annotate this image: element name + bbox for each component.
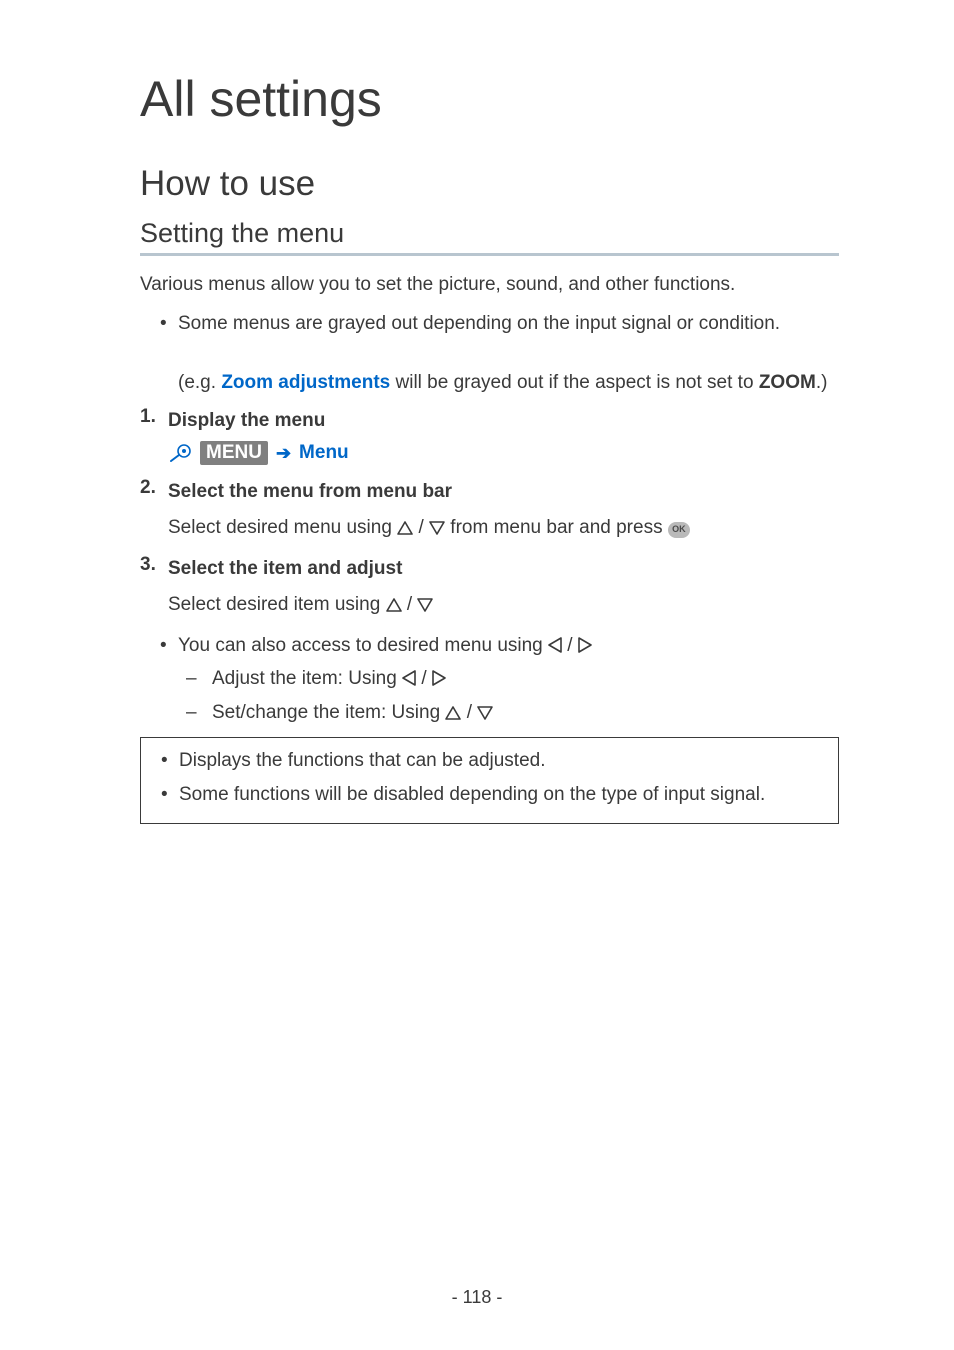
step-2-body: Select desired menu using / from menu ba… bbox=[168, 513, 839, 542]
step-3-title: Select the item and adjust bbox=[168, 554, 839, 583]
sub-bullet-pre: You can also access to desired menu usin… bbox=[178, 635, 548, 656]
left-triangle-icon bbox=[402, 670, 416, 686]
ok-button-icon: OK bbox=[668, 522, 690, 538]
note-lead: Some menus are grayed out depending on t… bbox=[178, 313, 780, 334]
bullet-dot: • bbox=[161, 746, 179, 775]
step-3-pre: Select desired item using bbox=[168, 594, 386, 615]
slash-4: / bbox=[416, 668, 432, 689]
subsection-heading: Setting the menu bbox=[140, 218, 839, 256]
dash-2-pre: Set/change the item: Using bbox=[212, 702, 445, 723]
dash: – bbox=[186, 664, 212, 693]
dash-1-content: Adjust the item: Using / bbox=[212, 664, 446, 693]
page-title: All settings bbox=[140, 70, 839, 128]
left-triangle-icon bbox=[548, 637, 562, 653]
bullet-dot: • bbox=[161, 780, 179, 809]
info-bullet-1: • Displays the functions that can be adj… bbox=[161, 746, 828, 775]
menu-chip: MENU bbox=[200, 441, 268, 465]
note-content: Some menus are grayed out depending on t… bbox=[178, 309, 839, 397]
slash-2: / bbox=[402, 594, 418, 615]
slash-3: / bbox=[562, 635, 578, 656]
slash-5: / bbox=[461, 702, 477, 723]
menu-breadcrumb: MENU ➔ Menu bbox=[168, 441, 839, 465]
step-2-pre: Select desired menu using bbox=[168, 517, 397, 538]
right-triangle-icon bbox=[432, 670, 446, 686]
info-bullet-2: • Some functions will be disabled depend… bbox=[161, 780, 828, 809]
note-paren-mid: will be grayed out if the aspect is not … bbox=[390, 372, 759, 393]
page-number: - 118 - bbox=[0, 1287, 954, 1308]
up-triangle-icon bbox=[445, 706, 461, 720]
step-1: Display the menu MENU ➔ Menu bbox=[140, 406, 839, 465]
info-1-text: Displays the functions that can be adjus… bbox=[179, 746, 828, 775]
down-triangle-icon bbox=[477, 706, 493, 720]
info-2-text: Some functions will be disabled dependin… bbox=[179, 780, 828, 809]
intro-text: Various menus allow you to set the pictu… bbox=[140, 270, 839, 299]
arrow-icon: ➔ bbox=[276, 443, 291, 464]
sub-bullet: • You can also access to desired menu us… bbox=[160, 631, 839, 660]
dash-row-1: – Adjust the item: Using / bbox=[186, 664, 839, 693]
up-triangle-icon bbox=[397, 521, 413, 535]
dash-row-2: – Set/change the item: Using / bbox=[186, 698, 839, 727]
note-paren-pre: (e.g. bbox=[178, 372, 221, 393]
section-heading: How to use bbox=[140, 164, 839, 204]
step-1-title: Display the menu bbox=[168, 406, 839, 435]
dash: – bbox=[186, 698, 212, 727]
sub-bullet-content: You can also access to desired menu usin… bbox=[178, 631, 839, 660]
zoom-label: ZOOM bbox=[759, 372, 816, 393]
dash-1-pre: Adjust the item: Using bbox=[212, 668, 402, 689]
step-3-body: Select desired item using / bbox=[168, 590, 839, 619]
step-2: Select the menu from menu bar Select des… bbox=[140, 477, 839, 542]
step-2-mid: from menu bar and press bbox=[445, 517, 668, 538]
note-paren-post: .) bbox=[816, 372, 828, 393]
dash-2-content: Set/change the item: Using / bbox=[212, 698, 493, 727]
remote-icon bbox=[168, 443, 192, 463]
up-triangle-icon bbox=[386, 598, 402, 612]
down-triangle-icon bbox=[429, 521, 445, 535]
zoom-adjustments-link[interactable]: Zoom adjustments bbox=[221, 372, 390, 393]
note-bullet: • Some menus are grayed out depending on… bbox=[160, 309, 839, 397]
step-2-title: Select the menu from menu bar bbox=[168, 477, 839, 506]
info-box: • Displays the functions that can be adj… bbox=[140, 737, 839, 824]
bullet-dot: • bbox=[160, 309, 178, 397]
right-triangle-icon bbox=[578, 637, 592, 653]
down-triangle-icon bbox=[417, 598, 433, 612]
step-3: Select the item and adjust Select desire… bbox=[140, 554, 839, 619]
slash-1: / bbox=[413, 517, 429, 538]
menu-target: Menu bbox=[299, 442, 349, 464]
bullet-dot: • bbox=[160, 631, 178, 660]
